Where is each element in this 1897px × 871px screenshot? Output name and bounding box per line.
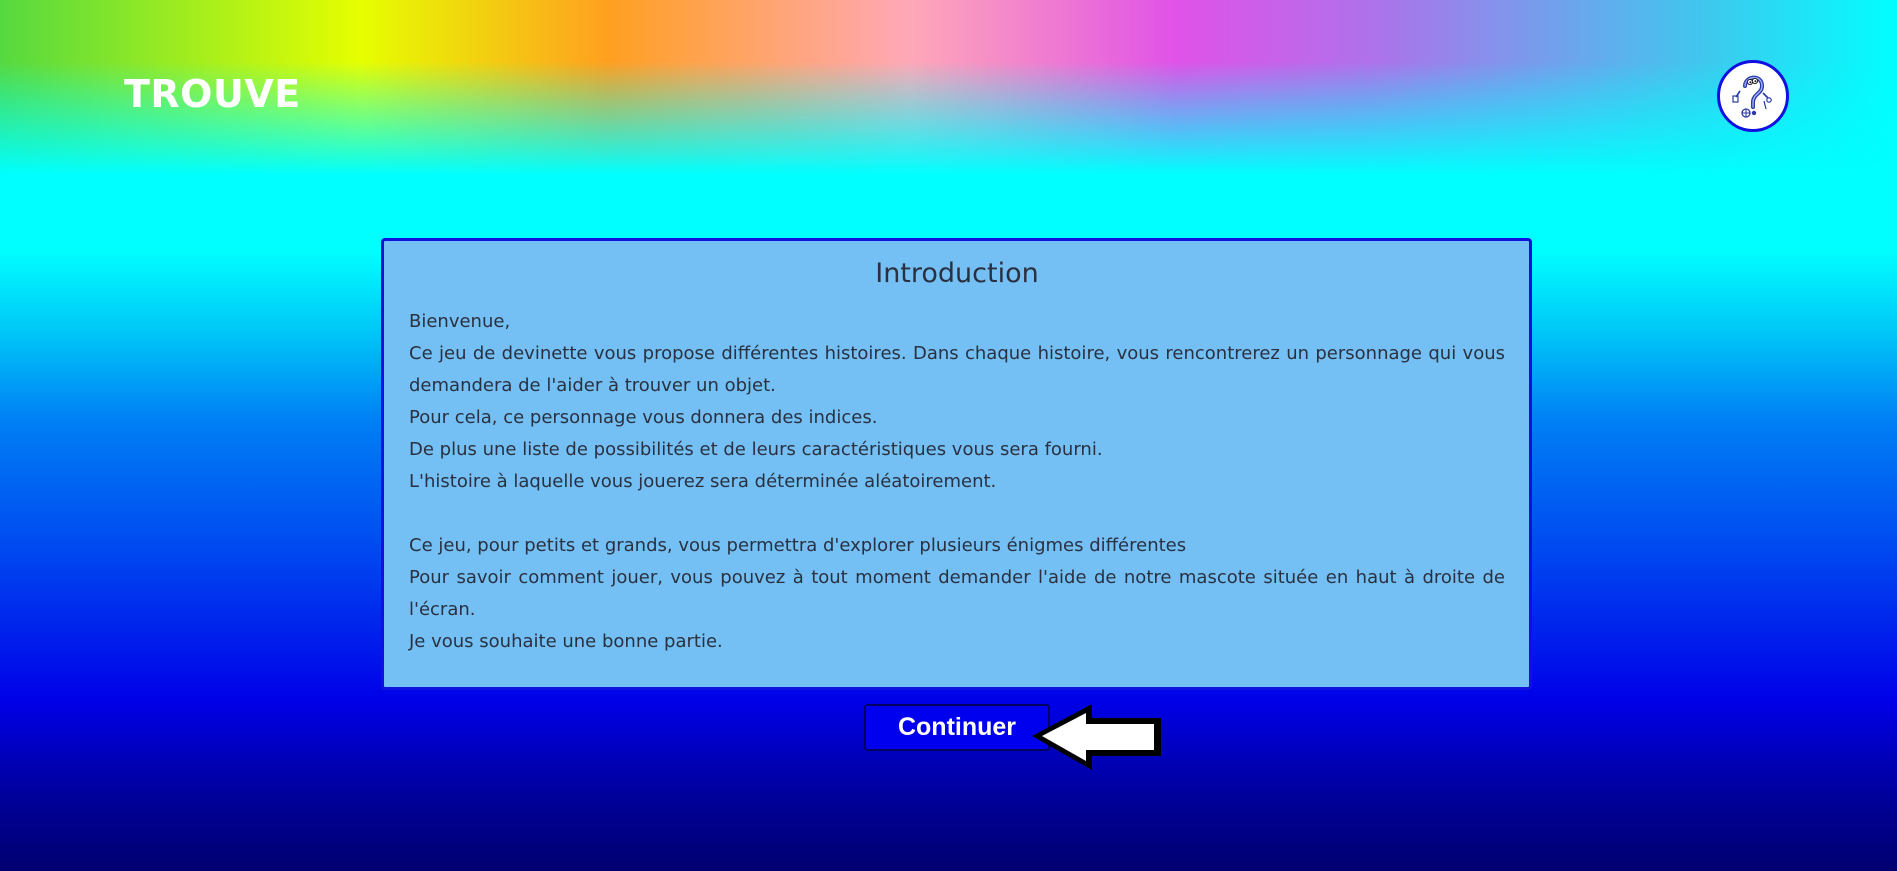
introduction-text: Bienvenue, Ce jeu de devinette vous prop…	[409, 306, 1505, 658]
introduction-panel: Introduction Bienvenue, Ce jeu de devine…	[381, 238, 1532, 690]
introduction-title: Introduction	[875, 258, 1039, 289]
intro-line: Pour cela, ce personnage vous donnera de…	[409, 407, 878, 428]
app-logo: TROUVE	[124, 72, 301, 116]
intro-line: Bienvenue,	[409, 311, 511, 332]
intro-line: De plus une liste de possibilités et de …	[409, 439, 1103, 460]
arrow-left-icon	[1032, 704, 1161, 770]
question-mark-mascot-icon	[1732, 75, 1772, 118]
intro-line: L'histoire à laquelle vous jouerez sera …	[409, 471, 997, 492]
help-mascot-button[interactable]	[1717, 60, 1789, 132]
intro-line: Ce jeu de devinette vous propose différe…	[409, 343, 1505, 396]
intro-line: Je vous souhaite une bonne partie.	[409, 631, 723, 652]
intro-line: Ce jeu, pour petits et grands, vous perm…	[409, 535, 1187, 556]
continue-button[interactable]: Continuer	[864, 704, 1050, 751]
intro-line: Pour savoir comment jouer, vous pouvez à…	[409, 567, 1505, 620]
